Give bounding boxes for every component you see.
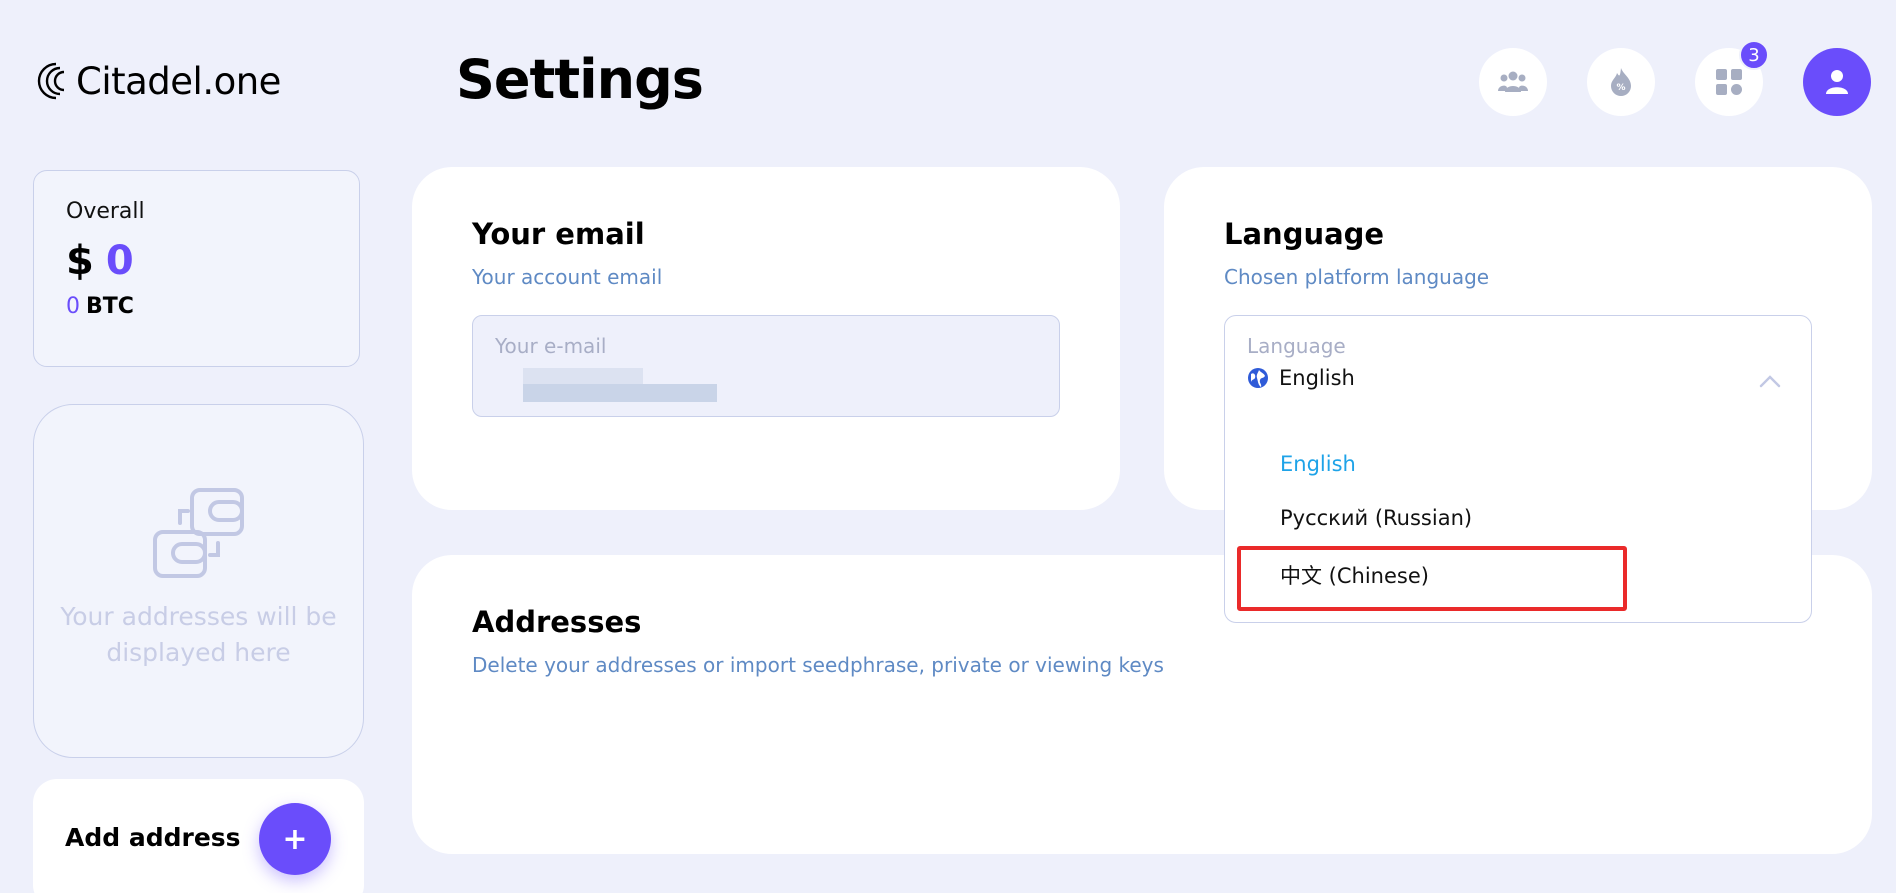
highlight-box	[1237, 546, 1627, 611]
email-value-redacted	[495, 366, 1037, 402]
overall-balance-card: Overall $ 0 0 BTC	[33, 170, 360, 367]
language-option-russian[interactable]: Русский (Russian)	[1280, 506, 1472, 530]
citadel-logo-icon	[37, 62, 65, 100]
app-name: Citadel.one	[76, 59, 281, 103]
svg-text:%: %	[1616, 83, 1625, 93]
overall-btc-value: 0	[66, 294, 80, 319]
apps-badge: 3	[1739, 40, 1769, 70]
chevron-up-icon[interactable]	[1759, 374, 1781, 388]
email-card: Your email Your account email Your e-mai…	[412, 167, 1120, 510]
user-icon	[1826, 70, 1848, 94]
email-card-title: Your email	[472, 217, 645, 251]
language-card-subtitle: Chosen platform language	[1224, 265, 1490, 289]
app-logo[interactable]: Citadel.one	[32, 58, 281, 104]
addresses-empty-state: Your addresses will be displayed here	[33, 404, 364, 758]
language-select-label: Language	[1247, 334, 1346, 358]
page-title: Settings	[456, 48, 704, 111]
globe-icon	[1248, 368, 1268, 388]
staking-button[interactable]: %	[1587, 48, 1655, 116]
empty-addresses-text: Your addresses will be displayed here	[60, 602, 337, 667]
overall-btc: 0 BTC	[66, 294, 327, 319]
overall-label: Overall	[66, 199, 145, 224]
overall-usd-value: 0	[105, 238, 134, 284]
flame-percent-icon: %	[1611, 68, 1631, 96]
add-address-button[interactable]: +	[259, 803, 331, 875]
email-card-subtitle: Your account email	[472, 265, 663, 289]
people-icon	[1498, 71, 1528, 92]
community-button[interactable]	[1479, 48, 1547, 116]
language-selected-value: English	[1247, 366, 1789, 390]
currency-symbol: $	[66, 238, 94, 284]
add-address-card[interactable]: Add address +	[33, 779, 364, 893]
overall-usd: $ 0	[66, 238, 327, 284]
language-option-english[interactable]: English	[1280, 452, 1356, 476]
profile-button[interactable]	[1803, 48, 1871, 116]
addresses-card-subtitle: Delete your addresses or import seedphra…	[472, 653, 1164, 677]
language-card-title: Language	[1224, 217, 1385, 251]
wallets-icon	[152, 488, 244, 578]
btc-unit: BTC	[86, 294, 134, 319]
grid-apps-icon	[1716, 69, 1742, 95]
language-select[interactable]: Language English	[1224, 315, 1812, 417]
apps-button[interactable]: 3	[1695, 40, 1769, 116]
add-address-label: Add address	[65, 823, 241, 852]
email-field-label: Your e-mail	[495, 334, 607, 358]
email-field[interactable]: Your e-mail	[472, 315, 1060, 417]
language-selected-text: English	[1279, 366, 1355, 390]
